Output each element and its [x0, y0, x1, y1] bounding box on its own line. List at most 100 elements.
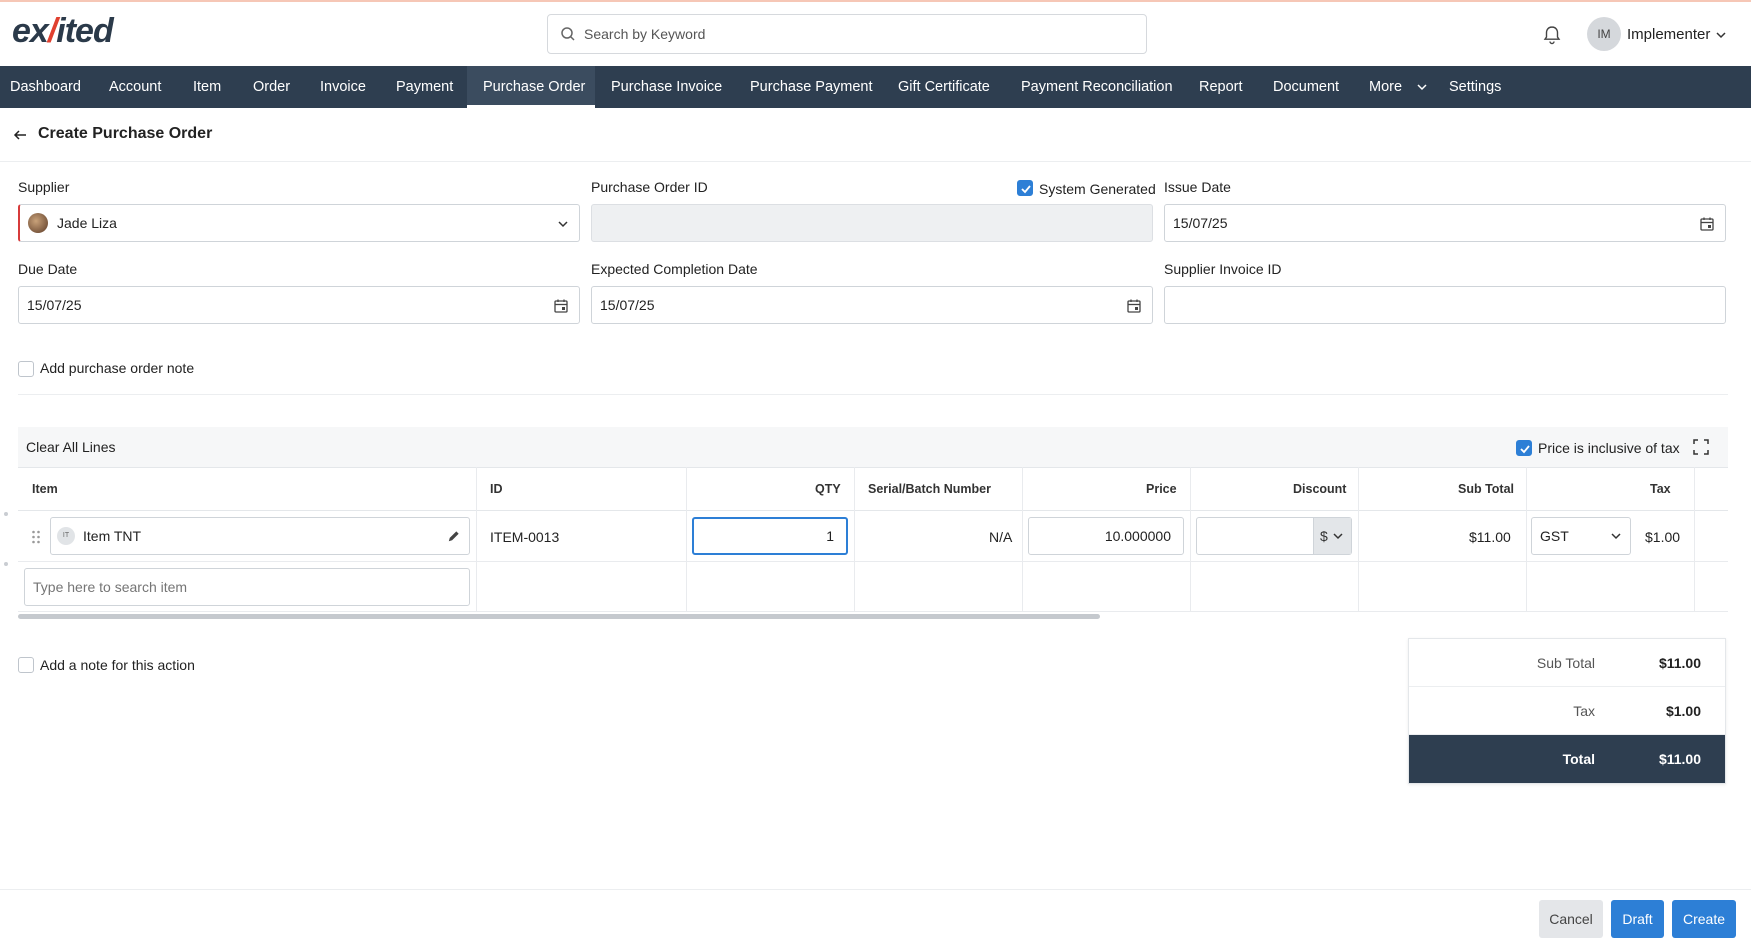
due-date-label: Due Date — [18, 261, 78, 277]
table-row: IT Item TNT ITEM-0013 1 N/A 10.000000 $ … — [18, 511, 1728, 562]
back-arrow-icon[interactable] — [12, 127, 28, 143]
nav-settings[interactable]: Settings — [1449, 66, 1501, 108]
table-header: Item ID QTY Serial/Batch Number Price Di… — [18, 467, 1728, 511]
price-inclusive-checkbox[interactable] — [1516, 440, 1532, 456]
add-po-note-checkbox[interactable] — [18, 361, 34, 377]
total-row: Total $11.00 — [1409, 735, 1725, 783]
nav-payment[interactable]: Payment — [396, 66, 453, 108]
col-discount: Discount — [1293, 482, 1347, 496]
logo-part-2: ited — [56, 12, 113, 50]
calendar-icon[interactable] — [1699, 216, 1715, 232]
col-tax: Tax — [1650, 482, 1671, 496]
nav-account[interactable]: Account — [109, 66, 161, 108]
price-value: 10.000000 — [1104, 528, 1171, 544]
page-title-bar: Create Purchase Order — [0, 108, 1751, 162]
price-input[interactable]: 10.000000 — [1028, 517, 1184, 555]
po-id-label: Purchase Order ID — [591, 179, 708, 195]
horizontal-scrollbar[interactable] — [18, 614, 1100, 619]
clear-all-lines-button[interactable]: Clear All Lines — [26, 439, 116, 455]
user-name[interactable]: Implementer — [1627, 26, 1710, 43]
main-nav: Dashboard Account Item Order Invoice Pay… — [0, 66, 1751, 108]
col-subtotal: Sub Total — [1458, 482, 1515, 496]
col-serial: Serial/Batch Number — [868, 482, 991, 496]
supplier-label: Supplier — [18, 179, 70, 195]
tax-amount: $1.00 — [1665, 703, 1701, 719]
nav-more[interactable]: More — [1369, 66, 1428, 108]
price-inclusive-label: Price is inclusive of tax — [1538, 440, 1680, 456]
col-id: ID — [490, 482, 503, 496]
pencil-icon[interactable] — [446, 529, 461, 544]
cancel-button[interactable]: Cancel — [1539, 900, 1603, 938]
row-marker — [4, 512, 8, 516]
item-search-field[interactable] — [24, 568, 470, 606]
due-date-field[interactable]: 15/07/25 — [18, 286, 580, 324]
system-generated-checkbox[interactable] — [1017, 180, 1033, 196]
tax-value: $1.00 — [1645, 529, 1681, 545]
nav-report[interactable]: Report — [1199, 66, 1243, 108]
tax-code-select[interactable]: GST — [1531, 517, 1631, 555]
discount-unit-select[interactable]: $ — [1313, 518, 1351, 554]
nav-document[interactable]: Document — [1273, 66, 1339, 108]
nav-order[interactable]: Order — [253, 66, 290, 108]
due-date-value: 15/07/25 — [27, 297, 82, 313]
create-button[interactable]: Create — [1672, 900, 1736, 938]
subtotal-amount: $11.00 — [1658, 655, 1701, 671]
expand-icon[interactable] — [1693, 439, 1709, 455]
subtotal-row: Sub Total $11.00 — [1409, 639, 1725, 687]
nav-purchase-invoice[interactable]: Purchase Invoice — [611, 66, 722, 108]
app-header: ex/ited IM Implementer — [0, 2, 1751, 66]
action-note-label: Add a note for this action — [40, 657, 195, 673]
discount-input[interactable]: $ — [1196, 517, 1352, 555]
supplier-invoice-field[interactable] — [1164, 286, 1726, 324]
system-generated-label: System Generated — [1039, 181, 1156, 197]
chevron-down-icon[interactable] — [1715, 29, 1727, 41]
nav-gift-certificate[interactable]: Gift Certificate — [898, 66, 990, 108]
row-marker — [4, 562, 8, 566]
po-id-field — [591, 204, 1153, 242]
issue-date-value: 15/07/25 — [1173, 215, 1228, 231]
item-badge: IT — [57, 527, 75, 545]
chevron-down-icon — [1611, 533, 1621, 540]
total-amount: $11.00 — [1658, 751, 1701, 767]
col-item: Item — [32, 482, 58, 496]
user-avatar[interactable]: IM — [1587, 17, 1621, 51]
add-po-note-label: Add purchase order note — [40, 360, 195, 376]
item-field[interactable]: IT Item TNT — [50, 517, 470, 555]
nav-purchase-payment[interactable]: Purchase Payment — [750, 66, 873, 108]
subtotal-label: Sub Total — [1536, 655, 1595, 671]
calendar-icon[interactable] — [1126, 298, 1142, 314]
bell-icon[interactable] — [1541, 24, 1563, 46]
subtotal-value: $11.00 — [1469, 529, 1511, 545]
action-note-checkbox[interactable] — [18, 657, 34, 673]
issue-date-field[interactable]: 15/07/25 — [1164, 204, 1726, 242]
chevron-down-icon — [1417, 84, 1427, 91]
item-search-input[interactable] — [33, 569, 453, 605]
nav-dashboard[interactable]: Dashboard — [10, 66, 81, 108]
nav-item[interactable]: Item — [193, 66, 221, 108]
discount-unit: $ — [1320, 528, 1328, 544]
section-divider — [18, 394, 1728, 395]
app-logo[interactable]: ex/ited — [12, 12, 114, 51]
issue-date-label: Issue Date — [1164, 179, 1231, 195]
qty-value: 1 — [826, 528, 834, 544]
calendar-icon[interactable] — [553, 298, 569, 314]
supplier-select[interactable]: Jade Liza — [18, 204, 580, 242]
tax-code-value: GST — [1540, 528, 1569, 544]
nav-payment-reconciliation[interactable]: Payment Reconciliation — [1021, 66, 1173, 108]
total-label: Total — [1562, 751, 1595, 767]
nav-invoice[interactable]: Invoice — [320, 66, 366, 108]
nav-purchase-order[interactable]: Purchase Order — [483, 66, 585, 108]
expected-completion-field[interactable]: 15/07/25 — [591, 286, 1153, 324]
logo-slash: / — [47, 12, 58, 50]
supplier-invoice-label: Supplier Invoice ID — [1164, 261, 1282, 277]
global-search — [547, 14, 1147, 54]
draft-button[interactable]: Draft — [1611, 900, 1664, 938]
item-name: Item TNT — [83, 528, 142, 544]
table-row — [18, 562, 1728, 612]
logo-part-1: ex — [12, 12, 49, 50]
search-input[interactable] — [584, 15, 1134, 53]
drag-handle-icon[interactable] — [31, 529, 41, 545]
col-price: Price — [1146, 482, 1177, 496]
col-qty: QTY — [815, 482, 841, 496]
qty-input[interactable]: 1 — [692, 517, 848, 555]
